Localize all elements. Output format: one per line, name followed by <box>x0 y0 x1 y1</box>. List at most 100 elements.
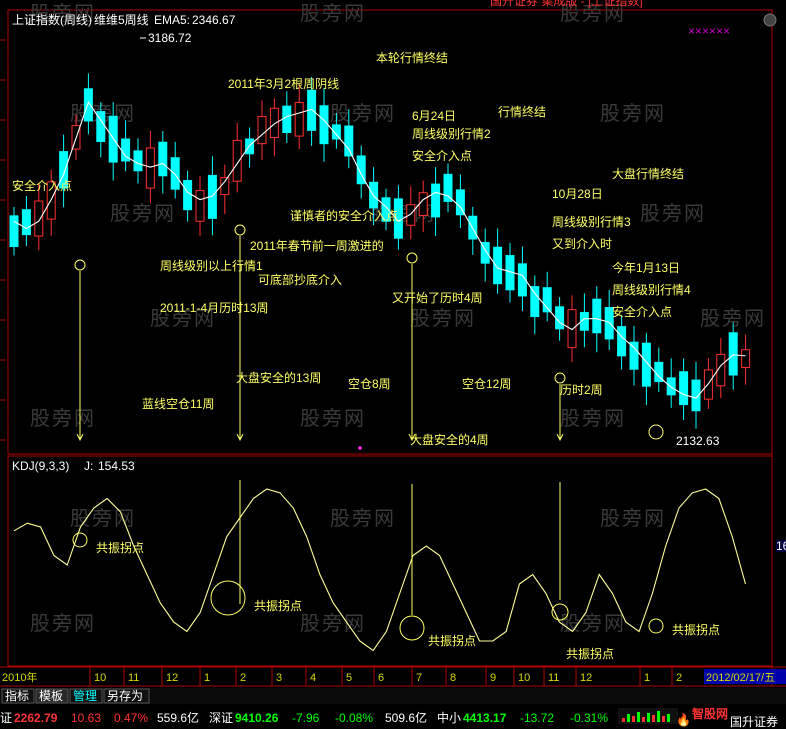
markers <box>72 224 664 641</box>
x-axis-ticks: 2010年 10 11 12 1 2 3 4 5 6 7 8 9 10 11 12 1 2 2012/02/17/五 <box>2 667 786 686</box>
ticker-name: 证 <box>0 711 12 725</box>
candle-up <box>703 369 713 400</box>
mini-bar <box>667 714 670 722</box>
right-axis-fragment: 16 <box>776 539 786 553</box>
candle-down <box>170 157 180 190</box>
ticker-volume: 509.6亿 <box>385 710 427 725</box>
candle-down <box>592 298 602 334</box>
tab-label[interactable]: 指标 <box>5 688 29 703</box>
left-axis-ticks <box>0 39 6 441</box>
main-title: 上证指数(周线) <box>12 12 92 27</box>
signal-circle <box>234 224 246 236</box>
pink-crosses: ×××××× <box>688 24 730 38</box>
annotation: 2011年3月2根周阴线 <box>228 77 339 91</box>
x-tick: 11 <box>548 672 559 684</box>
mini-bar <box>642 717 645 722</box>
mini-bar <box>622 718 625 722</box>
watermark: 股旁网 <box>560 612 626 635</box>
x-tick: 2 <box>676 672 682 684</box>
candle-down <box>319 105 329 145</box>
mini-bar <box>647 713 650 722</box>
annotation: 大盘安全的4周 <box>410 432 489 447</box>
candle-down <box>83 88 93 122</box>
logo-suffix: 国升证券 <box>730 714 778 729</box>
mini-bar <box>652 715 655 722</box>
candle-up <box>232 139 242 182</box>
mini-bar <box>662 716 665 722</box>
x-tick: 10 <box>94 672 106 684</box>
annotation: 安全介入点 <box>612 304 672 319</box>
x-tick: 11 <box>128 672 139 684</box>
low-label: 2132.63 <box>676 434 720 448</box>
candle-down <box>431 183 441 218</box>
mini-bar <box>657 711 660 722</box>
candle-up <box>34 200 44 237</box>
ticker-change: -13.72 <box>520 711 554 725</box>
watermark: 股旁网 <box>640 202 706 225</box>
x-tick: 12 <box>580 672 592 684</box>
x-tick: 2010年 <box>2 670 37 684</box>
ticker-name: 中小 <box>437 710 461 725</box>
ema-label: EMA5: <box>154 13 190 27</box>
annotation: 又到介入时 <box>552 237 612 251</box>
settings-gear-icon[interactable] <box>763 13 777 27</box>
annotation: 安全介入点 <box>12 178 72 193</box>
watermark: 股旁网 <box>330 507 396 530</box>
candle-down <box>728 332 738 376</box>
mini-bar <box>627 714 630 722</box>
candle-down <box>282 105 292 133</box>
annotation: 空仓8周 <box>348 377 391 391</box>
candle-down <box>183 179 193 211</box>
candle-down <box>666 377 676 396</box>
annotation: 行情终结 <box>498 104 546 119</box>
watermark: 股旁网 <box>330 102 396 125</box>
annotation: 又开始了历时4周 <box>392 291 483 305</box>
candle-down <box>629 341 639 370</box>
tab-label[interactable]: 另存为 <box>107 689 143 703</box>
annotation: 空仓12周 <box>462 377 511 391</box>
kdj-annotation: 共振拐点 <box>96 540 144 555</box>
watermark: 股旁网 <box>110 202 176 225</box>
kdj-j-value: 154.53 <box>98 459 135 473</box>
ticker-pct: -0.08% <box>335 711 373 725</box>
annotation: 6月24日 <box>412 109 456 123</box>
tab-label[interactable]: 模板 <box>39 689 63 703</box>
annotation: 安全介入点 <box>412 148 472 163</box>
ticker-pct: 0.47% <box>114 711 148 725</box>
watermark: 股旁网 <box>300 2 366 25</box>
x-tick: 3 <box>276 672 282 684</box>
chart-canvas: 16 股旁网股旁网股旁网股旁网股旁网股旁网股旁网股旁网股旁网股旁网股旁网股旁网股… <box>0 0 786 729</box>
tab-label[interactable]: 管理 <box>73 688 97 703</box>
candle-down <box>617 326 627 357</box>
x-tick: 4 <box>310 672 316 684</box>
kdj-circle <box>648 618 664 634</box>
watermark: 股旁网 <box>300 612 366 635</box>
x-tick: 1 <box>204 672 210 684</box>
annotation: 谨慎者的安全介入点 <box>290 208 398 223</box>
annotation: 10月28日 <box>552 187 603 201</box>
candle-down <box>493 246 503 285</box>
annotation: 大盘行情终结 <box>612 166 684 181</box>
kdj-annotation: 共振拐点 <box>566 646 614 661</box>
watermark: 股旁网 <box>560 407 626 430</box>
x-tick: 9 <box>490 672 496 684</box>
kdj-panel-frame <box>7 455 773 667</box>
x-tick: 2 <box>240 672 246 684</box>
annotation: 蓝线空仓11周 <box>142 397 214 411</box>
watermark: 股旁网 <box>300 407 366 430</box>
signal-circle <box>406 252 418 264</box>
x-tick: 5 <box>346 672 352 684</box>
ticker-name: 深证 <box>209 711 233 725</box>
watermark: 股旁网 <box>600 102 666 125</box>
candle-up <box>269 107 279 139</box>
logo-text: 智股网 <box>691 706 728 721</box>
menu-fragment: 国升证券 集成版 - [上证指数] <box>490 0 643 8</box>
x-tick: 1 <box>644 672 650 684</box>
x-tick: 8 <box>450 672 456 684</box>
candle-down <box>9 215 19 248</box>
high-label: 3186.72 <box>148 31 192 45</box>
kdj-annotation: 共振拐点 <box>428 633 476 648</box>
annotation: 历时2周 <box>560 383 603 397</box>
x-tick: 10 <box>518 672 530 684</box>
candle-down <box>679 371 689 406</box>
